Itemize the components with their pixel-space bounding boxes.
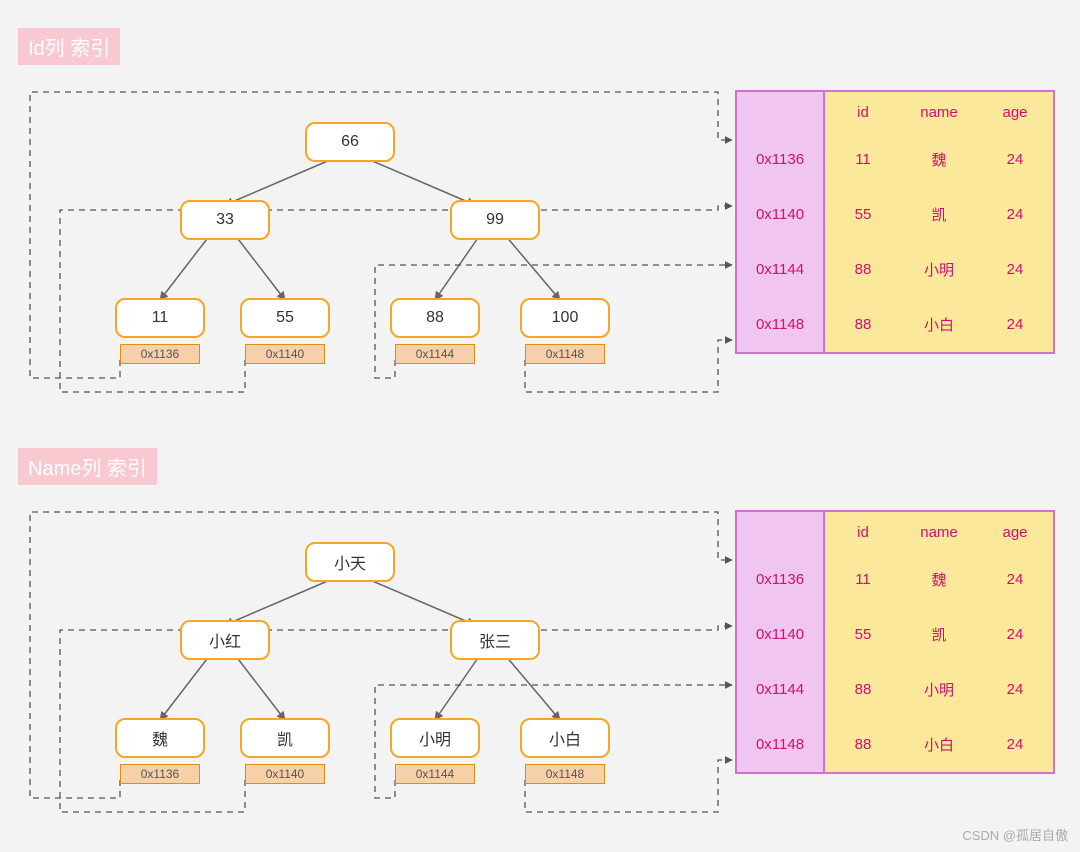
- addr-cell: 0x1144: [737, 662, 823, 717]
- cell-name: 小白: [901, 734, 977, 755]
- tree1-right: 99: [450, 200, 540, 240]
- cell-age: 24: [977, 316, 1053, 333]
- table-row: 88 小白 24: [825, 297, 1053, 352]
- cell-id: 55: [825, 206, 901, 223]
- table-row: 88 小明 24: [825, 242, 1053, 297]
- header-age: age: [977, 524, 1053, 541]
- data-table-2: 0x1136 0x1140 0x1144 0x1148 id name age …: [735, 510, 1055, 774]
- addr-cell: 0x1144: [737, 242, 823, 297]
- addr-cell: 0x1140: [737, 187, 823, 242]
- cell-id: 88: [825, 261, 901, 278]
- tree2-root: 小天: [305, 542, 395, 582]
- watermark: CSDN @孤居自傲: [962, 825, 1068, 844]
- header-name: name: [901, 524, 977, 541]
- table-row: 55 凯 24: [825, 607, 1053, 662]
- cell-age: 24: [977, 626, 1053, 643]
- title-id-index: Id列 索引: [18, 28, 120, 65]
- cell-age: 24: [977, 681, 1053, 698]
- tree1-root: 66: [305, 122, 395, 162]
- cell-name: 凯: [901, 624, 977, 645]
- cell-name: 魏: [901, 569, 977, 590]
- table-row: 88 小明 24: [825, 662, 1053, 717]
- tree1-ll: 11: [115, 298, 205, 338]
- header-age: age: [977, 104, 1053, 121]
- cell-age: 24: [977, 571, 1053, 588]
- table-row: 55 凯 24: [825, 187, 1053, 242]
- cell-name: 小白: [901, 314, 977, 335]
- cell-id: 88: [825, 681, 901, 698]
- cell-id: 11: [825, 151, 901, 168]
- addr-column: 0x1136 0x1140 0x1144 0x1148: [735, 90, 825, 354]
- cell-id: 11: [825, 571, 901, 588]
- cell-id: 55: [825, 626, 901, 643]
- addr-cell: 0x1140: [737, 607, 823, 662]
- table-row: 88 小白 24: [825, 717, 1053, 772]
- tree1-lr: 55: [240, 298, 330, 338]
- cell-id: 88: [825, 316, 901, 333]
- tree2-rl: 小明: [390, 718, 480, 758]
- cell-id: 88: [825, 736, 901, 753]
- addr-cell: 0x1148: [737, 297, 823, 352]
- addr-cell: 0x1148: [737, 717, 823, 772]
- tree1-addr-ll: 0x1136: [120, 344, 200, 364]
- table-row: 11 魏 24: [825, 132, 1053, 187]
- cell-age: 24: [977, 206, 1053, 223]
- cell-age: 24: [977, 151, 1053, 168]
- tree1-rr: 100: [520, 298, 610, 338]
- cell-name: 凯: [901, 204, 977, 225]
- tree2-ll: 魏: [115, 718, 205, 758]
- tree2-addr-ll: 0x1136: [120, 764, 200, 784]
- tree1-left: 33: [180, 200, 270, 240]
- data-table-1: 0x1136 0x1140 0x1144 0x1148 id name age …: [735, 90, 1055, 354]
- table-row: 11 魏 24: [825, 552, 1053, 607]
- title-name-index: Name列 索引: [18, 448, 157, 485]
- header-name: name: [901, 104, 977, 121]
- tree2-right: 张三: [450, 620, 540, 660]
- tree1-addr-lr: 0x1140: [245, 344, 325, 364]
- tree2-addr-rl: 0x1144: [395, 764, 475, 784]
- cell-name: 魏: [901, 149, 977, 170]
- cell-age: 24: [977, 261, 1053, 278]
- tree1-rl: 88: [390, 298, 480, 338]
- tree2-addr-lr: 0x1140: [245, 764, 325, 784]
- tree2-rr: 小白: [520, 718, 610, 758]
- tree2-lr: 凯: [240, 718, 330, 758]
- cell-name: 小明: [901, 679, 977, 700]
- addr-cell: 0x1136: [737, 132, 823, 187]
- addr-column: 0x1136 0x1140 0x1144 0x1148: [735, 510, 825, 774]
- tree1-addr-rl: 0x1144: [395, 344, 475, 364]
- header-id: id: [825, 104, 901, 121]
- data-column: id name age 11 魏 24 55 凯 24 88 小明 24 88 …: [825, 90, 1055, 354]
- addr-cell: 0x1136: [737, 552, 823, 607]
- header-id: id: [825, 524, 901, 541]
- tree2-addr-rr: 0x1148: [525, 764, 605, 784]
- tree1-addr-rr: 0x1148: [525, 344, 605, 364]
- data-column: id name age 11 魏 24 55 凯 24 88 小明 24 88 …: [825, 510, 1055, 774]
- cell-name: 小明: [901, 259, 977, 280]
- cell-age: 24: [977, 736, 1053, 753]
- tree2-left: 小红: [180, 620, 270, 660]
